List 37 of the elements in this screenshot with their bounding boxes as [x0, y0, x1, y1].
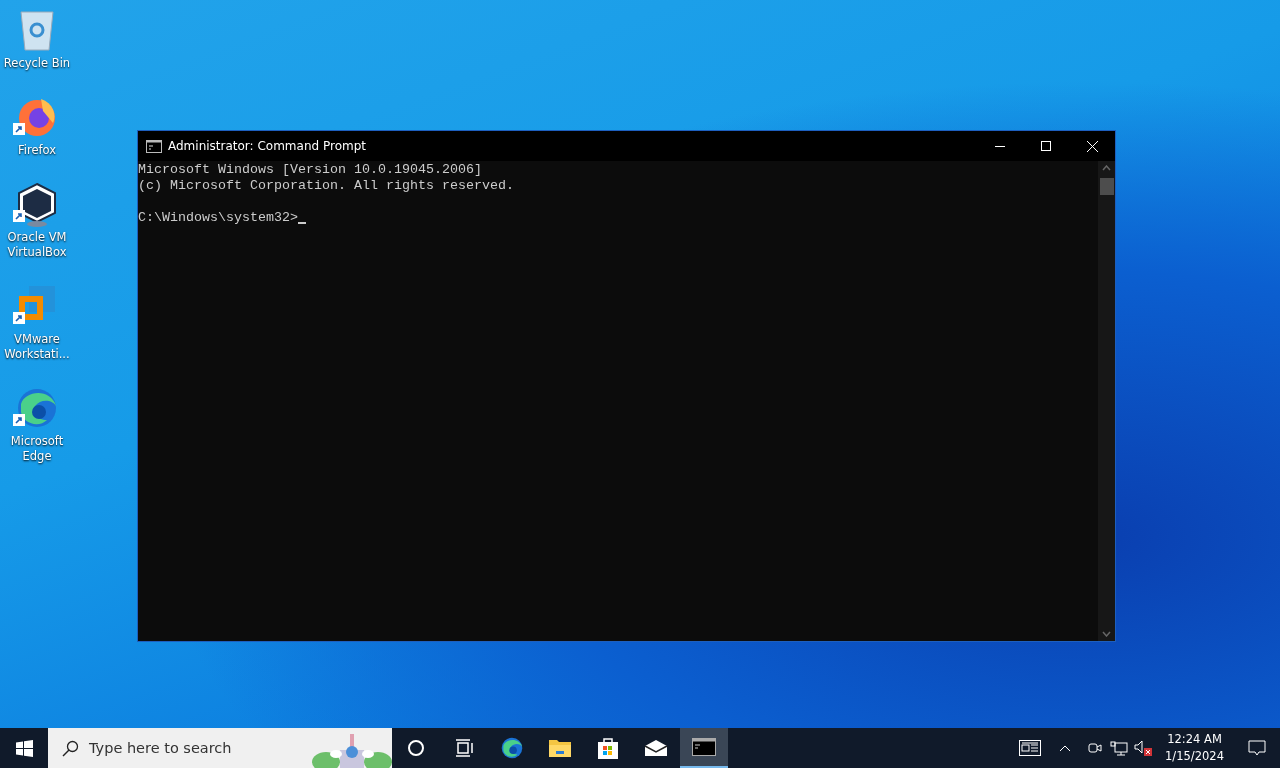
console-output-line: Microsoft Windows [Version 10.0.19045.2006] — [138, 162, 483, 178]
desktop-icon-label[interactable]: Recycle Bin — [3, 56, 71, 71]
shopping-bag-icon — [596, 736, 620, 760]
scrollbar-thumb[interactable] — [1100, 178, 1114, 195]
chevron-up-icon[interactable] — [1059, 744, 1072, 752]
scroll-down-icon[interactable] — [1102, 631, 1111, 637]
maximize-icon — [1041, 141, 1051, 151]
scrollbar[interactable] — [1098, 161, 1115, 641]
search-icon — [62, 739, 79, 757]
desktop-icon-label[interactable]: Microsoft Edge — [0, 434, 74, 464]
clock-time[interactable]: 12:24 AM — [1167, 731, 1222, 748]
window-title: Administrator: Command Prompt — [168, 139, 367, 153]
news-icon[interactable] — [1019, 740, 1042, 756]
network-icon[interactable] — [1110, 740, 1129, 756]
terminal-icon — [146, 139, 162, 153]
notification-icon[interactable] — [1248, 739, 1266, 757]
scroll-up-icon[interactable] — [1102, 165, 1111, 171]
speaker-icon[interactable] — [1134, 740, 1153, 756]
clock-date[interactable]: 1/15/2024 — [1165, 748, 1224, 765]
terminal-icon — [692, 738, 716, 756]
desktop-icon-label[interactable]: Firefox — [17, 143, 57, 158]
folder-icon — [548, 737, 572, 759]
windows-logo-icon — [15, 739, 33, 757]
edge-icon — [499, 735, 525, 761]
taskbar-app-button[interactable] — [680, 728, 728, 768]
text-cursor — [297, 222, 306, 224]
desktop-icon-label[interactable]: VMware Workstati... — [0, 332, 74, 362]
command-prompt-text: C:\Windows\system32> — [138, 210, 298, 226]
circle-icon — [407, 739, 425, 757]
console-output-line: (c) Microsoft Corporation. All rights reserved. — [138, 178, 515, 194]
search-field[interactable]: Type here to search — [48, 728, 392, 768]
desktop-icon-label[interactable]: Oracle VM VirtualBox — [0, 230, 74, 260]
minimize-icon — [995, 145, 1005, 147]
close-icon — [1086, 140, 1098, 152]
envelope-icon — [644, 739, 668, 757]
camera-icon[interactable] — [1088, 740, 1103, 756]
task-view-icon — [454, 739, 474, 757]
